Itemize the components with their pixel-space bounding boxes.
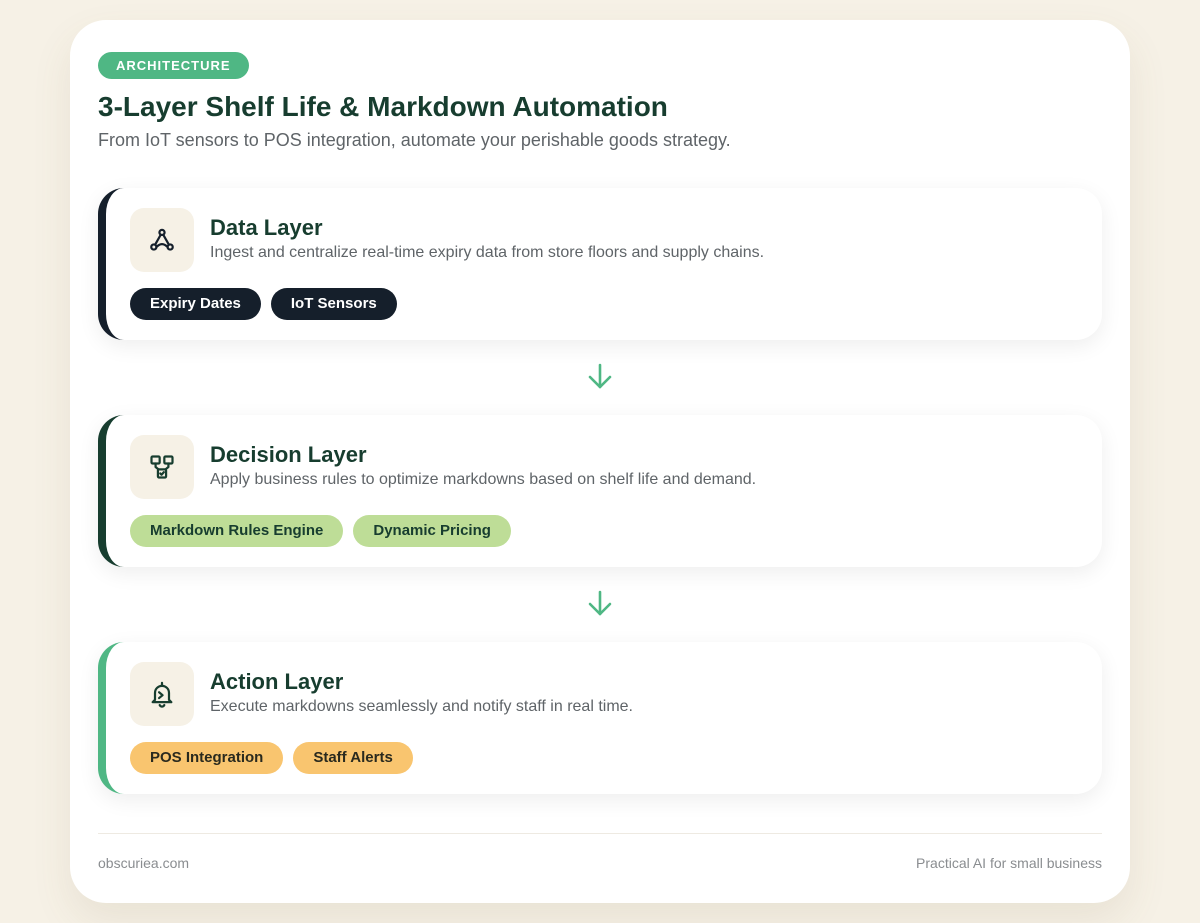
decision-layer-description: Apply business rules to optimize markdow… [210,471,757,488]
arrow-down-icon [588,590,612,616]
action-layer-title: Action Layer [210,669,344,694]
data-layer-description: Ingest and centralize real-time expiry d… [210,244,765,261]
footer-divider [98,833,1102,834]
tag-markdown-rules-engine: Markdown Rules Engine [130,515,344,547]
tag-dynamic-pricing: Dynamic Pricing [353,515,511,547]
action-layer-card: Action Layer Execute markdowns seamlessl… [98,642,1102,794]
tag-iot-sensors: IoT Sensors [270,288,397,320]
decision-layer-card: Decision Layer Apply business rules to o… [98,415,1102,567]
decision-layer-tags: Markdown Rules Engine Dynamic Pricing [130,515,511,547]
tag-expiry-dates: Expiry Dates [130,288,261,320]
data-layer-title: Data Layer [210,215,323,240]
page-subtitle: From IoT sensors to POS integration, aut… [98,130,731,150]
bell-icon [151,681,173,708]
architecture-card: ARCHITECTURE 3-Layer Shelf Life & Markdo… [70,20,1130,903]
action-layer-icon-box [130,662,194,726]
data-layer-card: Data Layer Ingest and centralize real-ti… [98,188,1102,340]
nodes-icon [150,228,174,251]
tag-pos-integration: POS Integration [130,742,284,774]
footer-domain: obscuriea.com [98,855,190,871]
arrow-down-icon [588,363,612,389]
data-layer-tags: Expiry Dates IoT Sensors [130,288,397,320]
tag-staff-alerts: Staff Alerts [293,742,413,774]
action-layer-tags: POS Integration Staff Alerts [130,742,413,774]
rules-icon [150,455,174,479]
page-title: 3-Layer Shelf Life & Markdown Automation [98,91,668,122]
footer-tagline: Practical AI for small business [916,855,1102,871]
decision-layer-title: Decision Layer [210,442,367,467]
action-layer-description: Execute markdowns seamlessly and notify … [210,698,633,715]
decision-layer-icon-box [130,435,194,499]
architecture-badge: ARCHITECTURE [98,52,249,79]
data-layer-icon-box [130,208,194,272]
